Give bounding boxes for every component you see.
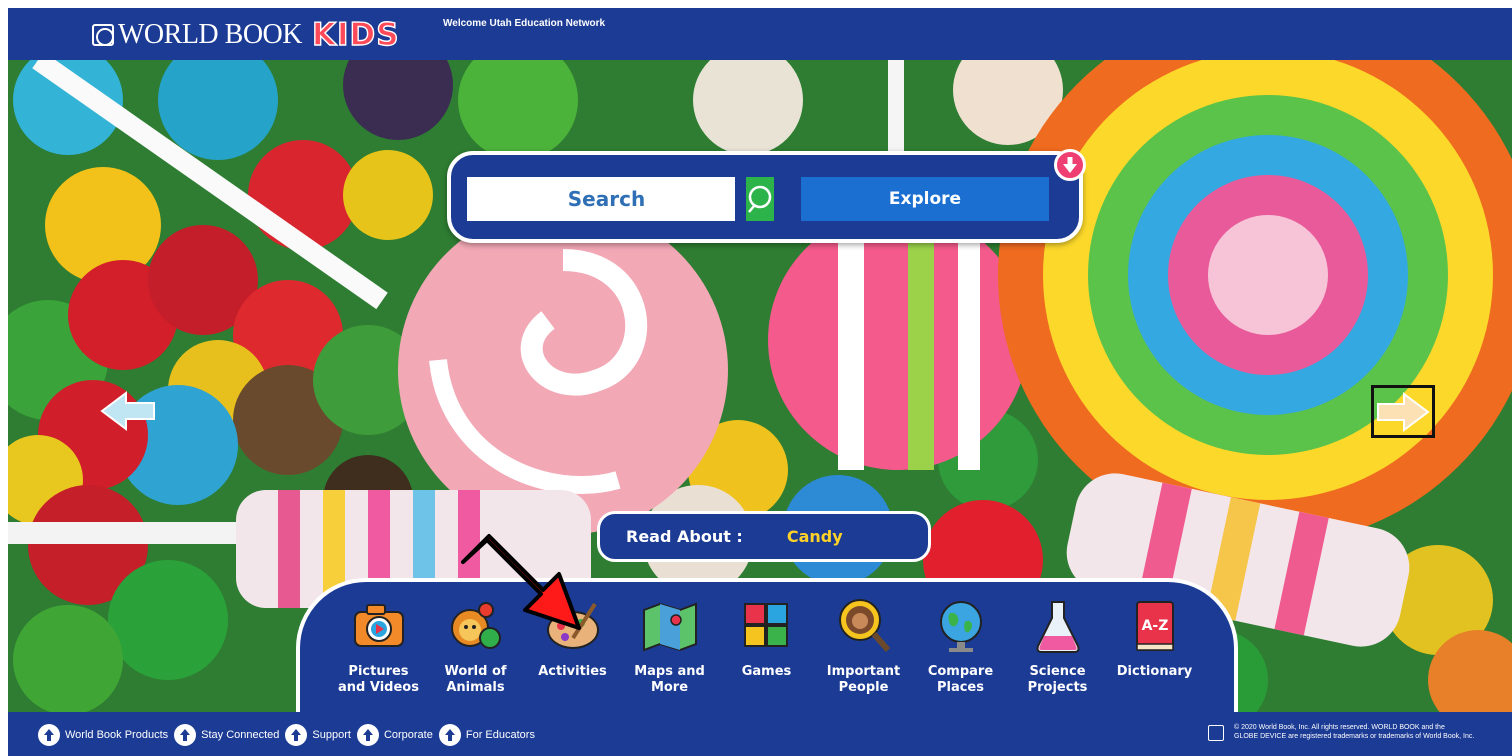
footer-link-corporate[interactable]: Corporate <box>356 724 433 746</box>
footer-link-world-book-products[interactable]: World Book Products <box>38 724 168 746</box>
welcome-message: Welcome Utah Education Network <box>443 18 606 29</box>
world-book-kids-logo[interactable]: WORLD BOOK KIDS <box>92 16 400 54</box>
arrow-left-icon <box>100 391 155 431</box>
arrow-up-icon <box>356 724 379 746</box>
red-annotation-arrow-icon <box>461 534 581 630</box>
footer-link-support[interactable]: Support <box>285 724 351 746</box>
previous-slide-button[interactable] <box>100 390 156 432</box>
nav-label: Science Projects <box>1027 664 1088 695</box>
nav-label: World of Animals <box>444 664 507 695</box>
search-input[interactable] <box>467 177 746 221</box>
nav-pictures-and-videos[interactable]: Pictures and Videos <box>330 596 427 696</box>
logo-text: WORLD BOOK <box>118 19 303 50</box>
nav-compare-places[interactable]: Compare Places <box>912 596 1009 696</box>
top-bar: WORLD BOOK KIDS Welcome Utah Education N… <box>8 8 1512 60</box>
nav-label: Pictures and Videos <box>338 664 419 695</box>
nav-important-people[interactable]: Important People <box>815 596 912 696</box>
globe-logo-icon <box>92 24 114 46</box>
nav-label: Maps and More <box>634 664 705 695</box>
map-icon <box>642 602 697 652</box>
footer-link-label: Stay Connected <box>201 729 280 741</box>
magnifier-person-icon <box>838 599 890 652</box>
nav-label: Games <box>741 664 792 679</box>
footer-link-label: Corporate <box>383 729 433 741</box>
arrow-up-icon <box>38 724 60 746</box>
search-panel: Explore <box>447 149 1086 243</box>
arrow-up-icon <box>438 724 461 746</box>
copyright-text: © 2020 World Book, Inc. All rights reser… <box>1234 723 1512 741</box>
book-icon: A-Z <box>1135 601 1174 651</box>
svg-text:A-Z: A-Z <box>1141 618 1168 634</box>
explore-button[interactable]: Explore <box>801 177 1049 221</box>
read-about-banner[interactable]: Read About : Candy <box>597 511 931 562</box>
arrow-up-icon <box>285 724 308 746</box>
arrow-up-icon <box>174 724 197 746</box>
globe-icon <box>939 601 982 652</box>
nav-games[interactable]: Games <box>718 596 815 696</box>
nav-label: Dictionary <box>1116 664 1193 679</box>
footer-link-label: Support <box>312 729 351 741</box>
nav-dictionary[interactable]: A-Z Dictionary <box>1106 596 1203 696</box>
nav-label: Activities <box>538 664 607 679</box>
search-button[interactable] <box>746 177 774 221</box>
nav-science-projects[interactable]: Science Projects <box>1009 596 1106 696</box>
globe-device-icon <box>1208 725 1224 741</box>
copyright-line: GLOBE DEVICE are registered trademarks o… <box>1234 733 1475 740</box>
footer-link-stay-connected[interactable]: Stay Connected <box>174 724 279 746</box>
camera-icon <box>353 604 404 647</box>
copyright-notice: © 2020 World Book, Inc. All rights reser… <box>1208 723 1512 741</box>
nav-label: Compare Places <box>927 664 994 695</box>
search-icon <box>748 185 772 213</box>
logo-kids-text: KIDS <box>311 16 400 53</box>
copyright-line: © 2020 World Book, Inc. All rights reser… <box>1234 724 1445 731</box>
read-about-topic[interactable]: Candy <box>787 527 843 546</box>
arrow-down-icon <box>1063 157 1077 173</box>
explore-dropdown-button[interactable] <box>1054 149 1086 181</box>
nav-label: Important People <box>826 664 901 695</box>
footer-link-for-educators[interactable]: For Educators <box>438 724 535 746</box>
nav-maps-and-more[interactable]: Maps and More <box>621 596 718 696</box>
footer: World Book Products Stay Connected Suppo… <box>8 712 1512 756</box>
footer-link-label: For Educators <box>465 729 535 741</box>
footer-link-label: World Book Products <box>65 729 169 741</box>
search-box <box>467 177 774 221</box>
arrow-right-icon <box>1377 391 1430 432</box>
flask-icon <box>1036 601 1079 653</box>
read-about-label: Read About : <box>626 527 743 546</box>
puzzle-icon <box>743 603 788 647</box>
next-slide-button[interactable] <box>1371 385 1435 438</box>
category-navigation: Pictures and Videos World of Animals Act… <box>296 578 1238 714</box>
